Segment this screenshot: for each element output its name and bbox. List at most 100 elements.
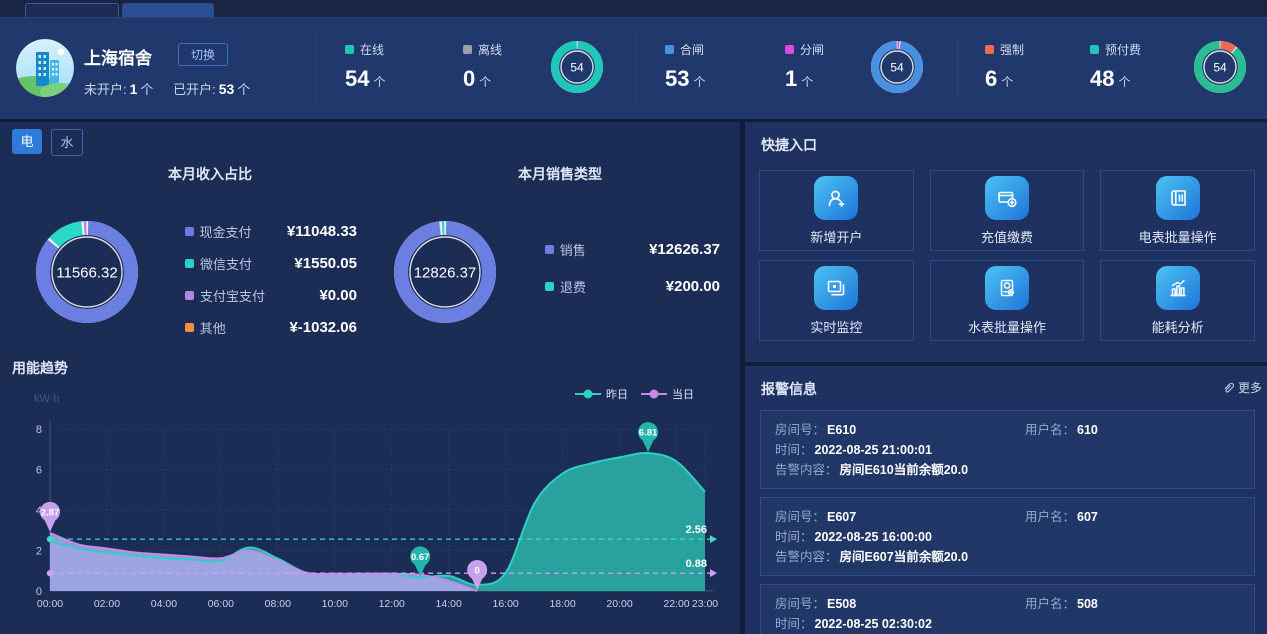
alarm-card[interactable]: 房间号： E610 用户名： 610 时间： 2022-08-25 21:00:01 … [760,410,1255,489]
legend-label: 微信支付 [200,257,253,272]
stat-offline: 离线 0个 [463,41,502,92]
prepaid-legend-swatch [1090,45,1099,54]
legend-label: 销售 [559,243,586,258]
quick-entry-title: 快捷入口 [761,137,817,153]
income-pie-title: 本月收入占比 [168,166,252,182]
svg-text:00:00: 00:00 [37,598,63,610]
tab-water[interactable]: 水 [51,129,83,156]
sales-pie-title: 本月销售类型 [518,166,602,182]
legend-value: ¥-1032.06 [289,319,357,336]
quick-entry-label: 新增开户 [810,229,863,245]
account-open-stats: 未开户: 1 个 已开户: 53 个 [84,79,250,98]
legend-value: ¥11048.33 [286,223,357,240]
stat-switch-on: 合闸 53 个 [665,41,706,92]
svg-text:23:00: 23:00 [692,598,718,610]
legend-value: ¥1550.05 [294,255,357,272]
quick-entry-energy-analysis[interactable]: 能耗分析 [1100,260,1255,341]
quick-entry-new-account[interactable]: 新增开户 [759,170,914,251]
svg-text:06:00: 06:00 [208,598,234,610]
user-value: 610 [1077,423,1098,437]
legend-label: 退费 [560,280,587,295]
svg-text:11566.32: 11566.32 [56,264,117,281]
realtime-monitor-icon [814,265,859,310]
room-value: E610 [827,423,857,437]
user-label: 用户名： [1025,423,1076,437]
wechat-legend-swatch [185,259,194,268]
recharge-icon [984,175,1029,220]
refund-legend-swatch [545,282,554,291]
online-legend-swatch [345,45,354,54]
room-label: 房间号： [775,510,826,524]
unit-label: 个 [1001,75,1014,89]
other-legend-swatch [185,323,194,332]
energy-analysis-icon [1155,265,1200,310]
meter-mode-donut: 54 [1193,40,1247,94]
quick-entry-realtime-monitor[interactable]: 实时监控 [759,260,914,341]
forced-legend-swatch [985,45,994,54]
quick-entry-label: 实时监控 [810,319,863,335]
quick-entry-grid: 新增开户 充值缴费 电表批量操作 实时监控 水表批量操作 能耗分析 [759,170,1255,341]
stat-value: 53 [665,66,690,91]
opened-label: 已开户: [173,82,216,97]
utility-tabs: 电 水 [12,129,83,156]
legend-value: ¥0.00 [319,287,357,304]
stat-value: 48 [1090,66,1115,91]
site-name: 上海宿舍 [84,49,152,68]
switch-site-button[interactable]: 切换 [178,43,229,66]
unit-label: 个 [237,82,251,97]
stat-label: 合闸 [680,43,705,57]
time-value: 2022-08-25 16:00:00 [814,530,932,544]
time-label: 时间： [775,530,813,544]
svg-text:2: 2 [36,546,42,558]
quick-entry-electric-meter-batch[interactable]: 电表批量操作 [1100,170,1255,251]
room-value: E607 [827,510,857,524]
legend-label: 现金支付 [199,225,252,240]
alarm-list: 房间号： E610 用户名： 610 时间： 2022-08-25 21:00:01 … [760,410,1255,634]
energy-trend-chart: kW·h 0 2 4 6 8 00:00 02:00 04:00 06:00 08:00 10:00 1… [20,382,730,630]
svg-text:14:00: 14:00 [436,598,462,610]
opened-value: 53 [218,81,235,97]
alarm-more-link[interactable]: 更多 [1222,379,1262,396]
stat-online: 在线 54 个 [345,41,386,92]
svg-text:0.67: 0.67 [411,552,430,563]
time-value: 2022-08-25 02:30:02 [814,617,932,631]
user-plus-icon [814,175,859,220]
content-value: 房间E610当前余额20.0 [839,463,969,477]
quick-entry-recharge[interactable]: 充值缴费 [929,170,1085,251]
unit-label: 个 [693,75,706,89]
alarm-card[interactable]: 房间号： E607 用户名： 607 时间： 2022-08-25 16:00:00 … [760,497,1255,576]
svg-text:2.87: 2.87 [41,507,60,518]
unit-label: 个 [479,75,492,89]
stat-label: 离线 [478,43,503,57]
svg-text:kW·h: kW·h [34,393,60,405]
svg-text:6.81: 6.81 [639,428,658,439]
svg-text:20:00: 20:00 [606,598,632,610]
electric-meter-icon [1155,175,1200,220]
svg-text:0: 0 [36,586,42,598]
browser-tab-stub-active[interactable] [122,3,214,17]
stat-label: 强制 [1000,43,1025,57]
alarm-panel: 报警信息 更多 房间号： E610 用户名： 610 时间： 2022-08-25 2… [745,366,1267,634]
not-opened-label: 未开户: [84,82,127,97]
svg-text:54: 54 [570,60,584,74]
alarm-card[interactable]: 房间号： E508 用户名： 508 时间： 2022-08-25 02:30:02 … [760,584,1255,634]
room-label: 房间号： [775,423,826,437]
stat-prepaid: 预付费 48 个 [1090,41,1141,92]
svg-text:04:00: 04:00 [151,598,177,610]
stat-value: 54 [345,66,370,91]
stat-value: 6 [985,66,998,91]
trend-chart-title: 用能趋势 [12,360,68,376]
tab-electric[interactable]: 电 [12,129,42,154]
svg-text:0: 0 [475,566,480,577]
switch-on-legend-swatch [665,45,674,54]
quick-entry-panel: 快捷入口 新增开户 充值缴费 电表批量操作 实时监控 水表批量操作 能耗分析 [745,122,1267,362]
legend-value: ¥200.00 [665,278,720,295]
cash-legend-swatch [185,227,194,236]
time-label: 时间： [775,443,813,457]
unit-label: 个 [373,75,386,89]
browser-tab-stub[interactable] [25,3,119,17]
svg-text:2.56: 2.56 [686,524,707,536]
quick-entry-water-meter-batch[interactable]: 水表批量操作 [929,260,1085,341]
quick-entry-label: 能耗分析 [1151,319,1204,335]
sales-legend: 销售 ¥12626.37 退费 ¥200.00 [545,240,720,309]
